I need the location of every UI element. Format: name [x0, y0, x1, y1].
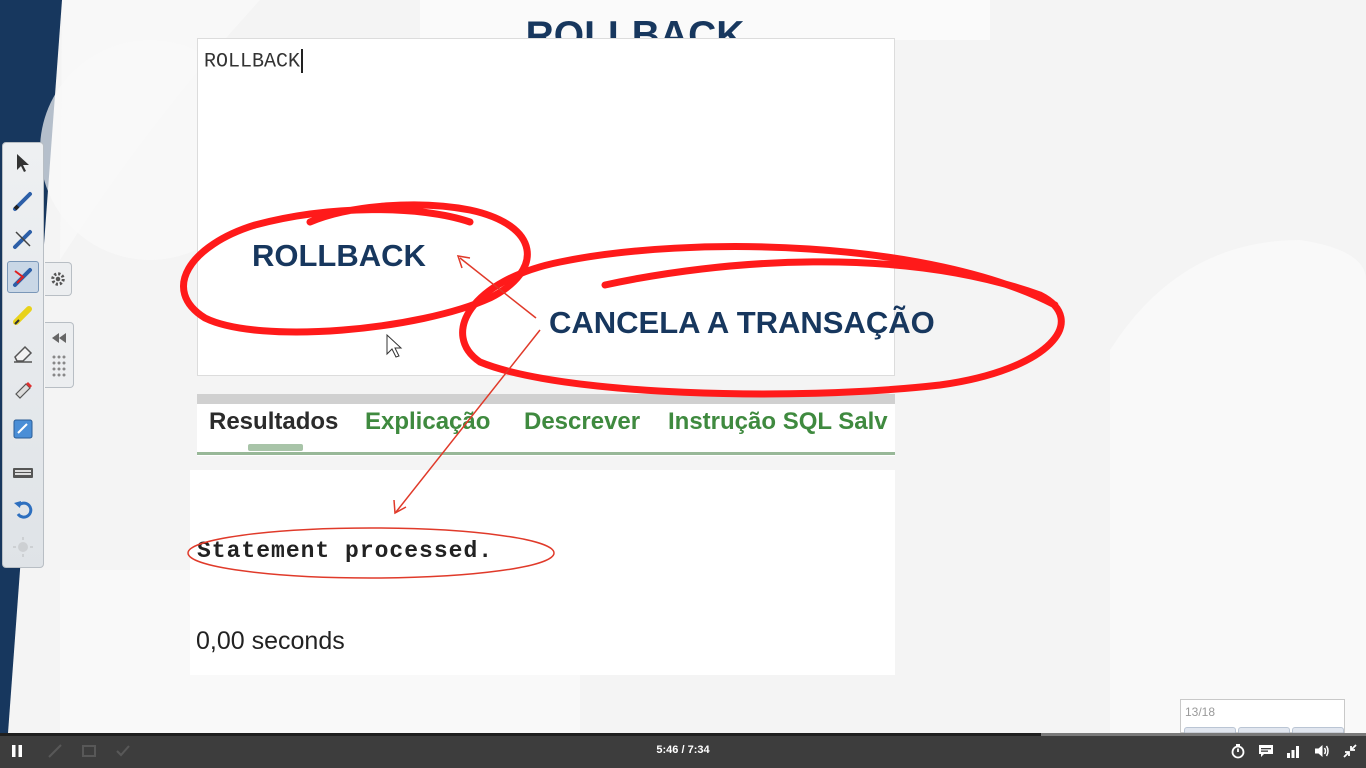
overlay-cancel-label: CANCELA A TRANSAÇÃO: [549, 305, 935, 340]
grip-icon: [52, 355, 66, 377]
timer-button[interactable]: [1229, 742, 1247, 760]
exit-fullscreen-icon: [1343, 744, 1357, 758]
pen-icon[interactable]: [7, 185, 39, 217]
tab-explain: Explicação: [365, 408, 491, 435]
overlay-rollback-label: ROLLBACK: [252, 238, 426, 273]
felt-pen-icon[interactable]: [7, 261, 39, 293]
tab-describe: Descrever: [524, 408, 641, 435]
result-time: 0,00 seconds: [196, 627, 345, 655]
result-statement: Statement processed.: [197, 538, 494, 564]
gear-icon: [51, 272, 65, 286]
keyboard-icon[interactable]: [7, 457, 39, 489]
tab-results: Resultados: [209, 408, 339, 435]
results-tab-bar: Resultados Explicação Descrever Instruçã…: [197, 394, 895, 456]
timer-icon: [1231, 744, 1245, 759]
undo-icon[interactable]: [7, 493, 39, 525]
arrow-select-icon[interactable]: [7, 147, 39, 179]
whiteboard-icon[interactable]: [7, 413, 39, 445]
tab-bar-bottom-rule: [197, 452, 895, 455]
quality-button[interactable]: [1285, 742, 1303, 760]
progress-track[interactable]: [0, 733, 1366, 736]
pen-settings-button[interactable]: [45, 262, 72, 296]
slide-canvas: ROLLBACK ROLLBACK Resultados Explicação …: [0, 0, 1366, 733]
laser-icon[interactable]: [7, 531, 39, 563]
toolbar-collapse-button[interactable]: [45, 322, 74, 388]
erase-all-icon[interactable]: [7, 375, 39, 407]
captions-icon: [1259, 745, 1273, 757]
captions-button[interactable]: [1257, 742, 1275, 760]
sql-editor-code: ROLLBACK: [204, 49, 304, 74]
volume-icon: [1315, 745, 1329, 757]
pen-toolbar: [2, 142, 44, 568]
slide-counter-text: 13/18: [1185, 705, 1216, 719]
sql-code-text: ROLLBACK: [204, 50, 301, 74]
tab-saved-sql: Instrução SQL Salv: [668, 408, 888, 435]
text-caret: [301, 49, 304, 73]
progress-fill: [0, 733, 1041, 736]
pen-alt-icon[interactable]: [7, 223, 39, 255]
video-player-bar: 5:46 / 7:34: [0, 733, 1366, 768]
quality-icon: [1287, 746, 1299, 758]
highlighter-icon[interactable]: [7, 299, 39, 331]
exit-fullscreen-button[interactable]: [1341, 742, 1359, 760]
volume-button[interactable]: [1313, 742, 1331, 760]
rewind-icon: [52, 333, 66, 343]
eraser-icon[interactable]: [7, 337, 39, 369]
active-tab-indicator: [248, 444, 303, 451]
time-display: 5:46 / 7:34: [656, 744, 710, 756]
